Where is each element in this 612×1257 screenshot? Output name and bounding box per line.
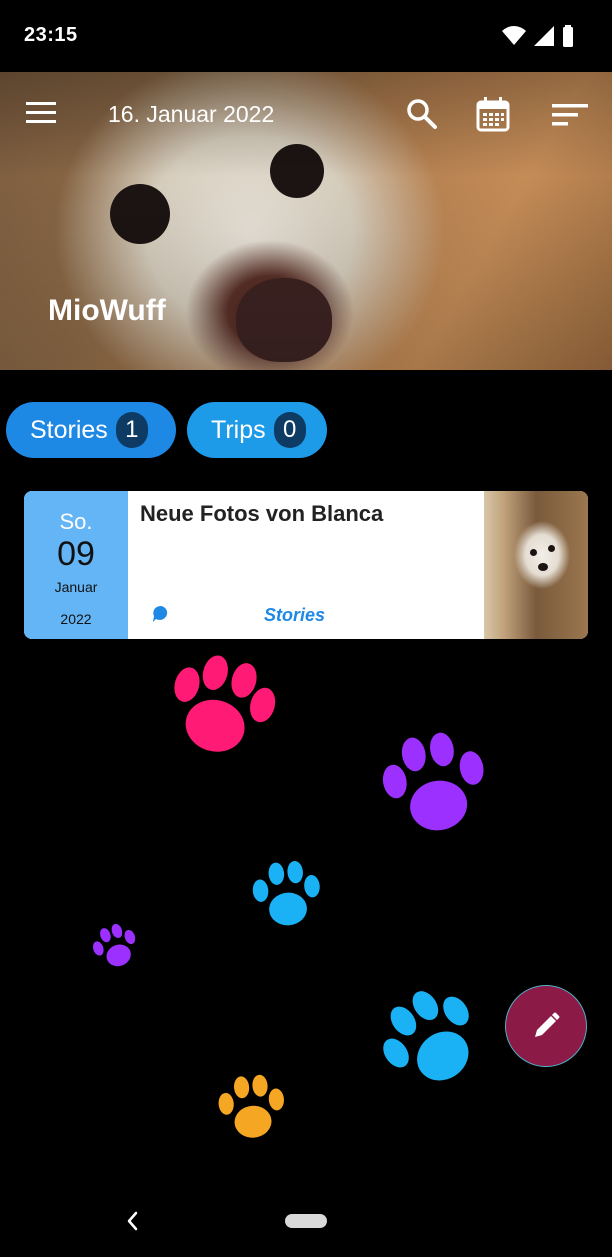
entry-weekday: So. [59, 509, 93, 534]
entry-title: Neue Fotos von Blanca [140, 501, 384, 526]
filter-chip-count: 0 [273, 412, 306, 448]
status-icons [502, 25, 574, 47]
paw-print-decoration [174, 655, 276, 752]
home-pill[interactable] [285, 1214, 327, 1228]
wifi-icon [502, 26, 526, 45]
filter-chip-count: 1 [115, 412, 148, 448]
filter-chip-stories[interactable]: Stories 1 [6, 402, 176, 458]
paw-print-decoration [382, 732, 484, 831]
status-time: 23:15 [24, 24, 78, 46]
search-icon[interactable] [404, 96, 440, 132]
app-title: MioWuff [48, 294, 166, 327]
entry-month: Januar [54, 579, 98, 595]
thumb-dog-eye [548, 545, 555, 552]
entry-day: 09 [57, 535, 95, 573]
paw-print-decoration [252, 860, 320, 926]
entry-thumbnail [484, 491, 588, 639]
thumb-dog-eye [530, 549, 537, 556]
pencil-icon [535, 1012, 560, 1037]
paw-print-decoration [92, 923, 136, 967]
entry-category: Stories [264, 605, 326, 625]
status-bar: 23:15 [0, 0, 612, 72]
signal-icon [534, 26, 554, 46]
entry-card[interactable]: So. 09 Januar 2022 Neue Fotos von Blanca… [24, 491, 588, 639]
paw-print-decoration [218, 1074, 284, 1138]
new-entry-fab[interactable] [505, 985, 587, 1067]
system-nav-bar [0, 1185, 612, 1257]
back-icon[interactable] [120, 1207, 144, 1235]
entry-date-block: So. 09 Januar 2022 [24, 491, 128, 639]
thumb-dog-nose [538, 563, 548, 571]
calendar-icon[interactable] [475, 96, 511, 132]
filter-chip-label: Trips [211, 415, 266, 444]
entry-year: 2022 [60, 611, 92, 627]
battery-icon [563, 25, 573, 47]
story-bubble-icon [153, 605, 168, 622]
menu-icon[interactable] [26, 102, 58, 126]
filter-chip-label: Stories [30, 415, 108, 444]
header-date[interactable]: 16. Januar 2022 [108, 101, 274, 128]
filter-chip-trips[interactable]: Trips 0 [187, 402, 327, 458]
paw-print-decoration [383, 991, 469, 1081]
sort-icon[interactable] [552, 96, 588, 132]
